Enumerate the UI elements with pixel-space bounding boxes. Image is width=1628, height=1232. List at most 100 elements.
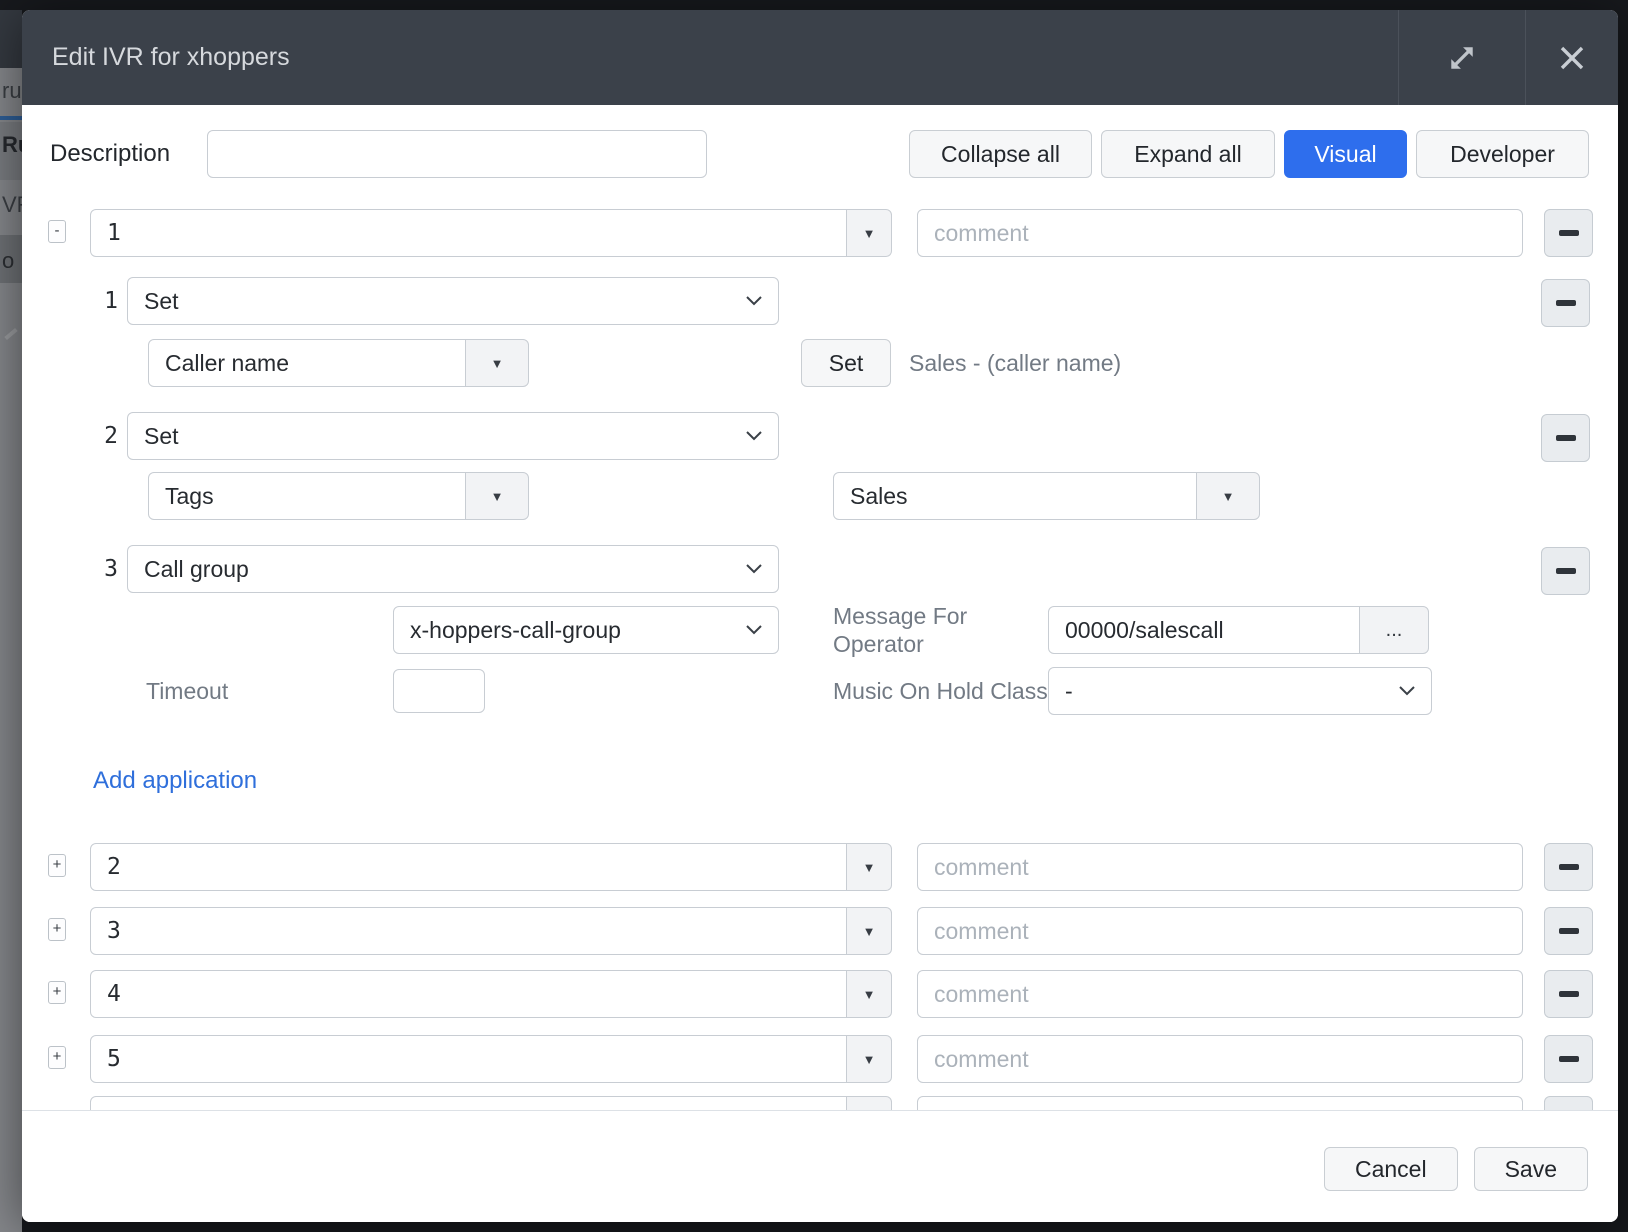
extension-comment-input[interactable] bbox=[917, 1096, 1523, 1110]
caret-down-icon: ▼ bbox=[491, 356, 504, 371]
minus-icon bbox=[1559, 864, 1579, 870]
music-on-hold-label: Music On Hold Class bbox=[833, 667, 1048, 715]
extension-comment-input[interactable] bbox=[917, 1035, 1523, 1083]
set-result-text: Sales - (caller name) bbox=[909, 339, 1121, 387]
cancel-button[interactable]: Cancel bbox=[1324, 1147, 1458, 1191]
select-value: Call group bbox=[144, 556, 249, 583]
visual-tab-button[interactable]: Visual bbox=[1284, 130, 1407, 178]
application-type-select[interactable]: Call group bbox=[127, 545, 779, 593]
remove-extension-button[interactable] bbox=[1544, 1096, 1593, 1110]
close-button[interactable] bbox=[1525, 10, 1618, 105]
remove-extension-button[interactable] bbox=[1544, 907, 1593, 955]
browse-file-button[interactable]: ... bbox=[1359, 606, 1429, 654]
collapse-extension-toggle[interactable]: - bbox=[48, 220, 66, 243]
remove-extension-button[interactable] bbox=[1544, 209, 1593, 257]
minus-icon bbox=[1559, 1056, 1579, 1062]
caret-down-icon: ▼ bbox=[863, 987, 876, 1002]
modal-title: Edit IVR for xhoppers bbox=[22, 43, 1398, 72]
extension-number-dropdown-button[interactable]: ▼ bbox=[846, 1096, 892, 1110]
backdrop-fragment: ru bbox=[2, 78, 22, 104]
set-variable-dropdown-button[interactable]: ▼ bbox=[465, 339, 529, 387]
extension-number-dropdown-button[interactable]: ▼ bbox=[846, 209, 892, 257]
chevron-down-icon bbox=[1399, 686, 1415, 696]
modal-footer: Cancel Save bbox=[22, 1110, 1618, 1222]
minus-icon bbox=[1559, 230, 1579, 236]
application-index: 1 bbox=[92, 277, 118, 325]
expand-extension-toggle[interactable]: + bbox=[48, 981, 66, 1004]
add-application-link[interactable]: Add application bbox=[93, 767, 257, 795]
application-type-select[interactable]: Set bbox=[127, 277, 779, 325]
application-type-select[interactable]: Set bbox=[127, 412, 779, 460]
remove-extension-button[interactable] bbox=[1544, 970, 1593, 1018]
backdrop-navbar bbox=[0, 10, 22, 68]
expand-extension-toggle[interactable]: + bbox=[48, 1046, 66, 1069]
extension-number-group: ▼ bbox=[90, 209, 892, 257]
timeout-input[interactable] bbox=[393, 669, 485, 713]
set-variable-input[interactable] bbox=[148, 339, 466, 387]
extension-number-input[interactable] bbox=[90, 907, 847, 955]
extension-comment-input[interactable] bbox=[917, 209, 1523, 257]
select-value: Set bbox=[144, 423, 179, 450]
caret-down-icon: ▼ bbox=[863, 924, 876, 939]
minus-icon bbox=[1559, 991, 1579, 997]
message-for-operator-label: Message For Operator bbox=[833, 602, 1013, 658]
extension-number-input[interactable] bbox=[90, 1035, 847, 1083]
save-button[interactable]: Save bbox=[1474, 1147, 1588, 1191]
caret-down-icon: ▼ bbox=[491, 489, 504, 504]
select-value: Set bbox=[144, 288, 179, 315]
set-variable-group: ▼ bbox=[148, 472, 529, 520]
extension-number-input[interactable] bbox=[90, 843, 847, 891]
extension-number-group: ▼ bbox=[90, 907, 892, 955]
application-index: 3 bbox=[92, 545, 118, 593]
extension-comment-input[interactable] bbox=[917, 970, 1523, 1018]
ellipsis-icon: ... bbox=[1386, 619, 1403, 642]
remove-application-button[interactable] bbox=[1541, 414, 1590, 462]
description-input[interactable] bbox=[207, 130, 707, 178]
extension-number-dropdown-button[interactable]: ▼ bbox=[846, 907, 892, 955]
chevron-down-icon bbox=[746, 625, 762, 635]
backdrop-fragment: o : bbox=[2, 248, 22, 274]
minus-icon bbox=[1556, 568, 1576, 574]
set-variable-dropdown-button[interactable]: ▼ bbox=[465, 472, 529, 520]
extension-number-input[interactable] bbox=[90, 1096, 847, 1110]
remove-extension-button[interactable] bbox=[1544, 843, 1593, 891]
extension-number-input[interactable] bbox=[90, 209, 847, 257]
set-variable-input[interactable] bbox=[148, 472, 466, 520]
extension-number-dropdown-button[interactable]: ▼ bbox=[846, 1035, 892, 1083]
caret-down-icon: ▼ bbox=[863, 226, 876, 241]
caret-down-icon: ▼ bbox=[1222, 489, 1235, 504]
remove-application-button[interactable] bbox=[1541, 279, 1590, 327]
message-file-input[interactable] bbox=[1048, 606, 1360, 654]
maximize-button[interactable] bbox=[1398, 10, 1525, 105]
backdrop-fragment: VR bbox=[2, 192, 22, 218]
backdrop-fragment: Ru bbox=[2, 132, 22, 158]
music-on-hold-select[interactable]: - bbox=[1048, 667, 1432, 715]
minus-icon bbox=[1556, 300, 1576, 306]
set-value-button[interactable]: Set bbox=[801, 339, 891, 387]
developer-tab-button[interactable]: Developer bbox=[1416, 130, 1589, 178]
extension-comment-input[interactable] bbox=[917, 843, 1523, 891]
backdrop-page-strip: ru Ru VR o : bbox=[0, 10, 22, 1232]
call-group-select[interactable]: x-hoppers-call-group bbox=[393, 606, 779, 654]
expand-extension-toggle[interactable]: + bbox=[48, 854, 66, 877]
set-value-dropdown-button[interactable]: ▼ bbox=[1196, 472, 1260, 520]
remove-extension-button[interactable] bbox=[1544, 1035, 1593, 1083]
edit-ivr-modal: Edit IVR for xhoppers Description Collap… bbox=[22, 10, 1618, 1222]
description-label: Description bbox=[50, 130, 170, 178]
extension-number-group: ▼ bbox=[90, 1035, 892, 1083]
extension-number-input[interactable] bbox=[90, 970, 847, 1018]
extension-number-dropdown-button[interactable]: ▼ bbox=[846, 970, 892, 1018]
expand-all-button[interactable]: Expand all bbox=[1101, 130, 1275, 178]
extension-comment-input[interactable] bbox=[917, 907, 1523, 955]
modal-body: Description Collapse all Expand all Visu… bbox=[22, 105, 1618, 1110]
expand-icon bbox=[1447, 43, 1477, 73]
minus-icon bbox=[1556, 435, 1576, 441]
timeout-label: Timeout bbox=[146, 667, 228, 715]
extension-number-dropdown-button[interactable]: ▼ bbox=[846, 843, 892, 891]
set-value-input[interactable] bbox=[833, 472, 1197, 520]
remove-application-button[interactable] bbox=[1541, 547, 1590, 595]
extension-number-group: ▼ bbox=[90, 843, 892, 891]
expand-extension-toggle[interactable]: + bbox=[48, 918, 66, 941]
collapse-all-button[interactable]: Collapse all bbox=[909, 130, 1092, 178]
modal-header: Edit IVR for xhoppers bbox=[22, 10, 1618, 105]
